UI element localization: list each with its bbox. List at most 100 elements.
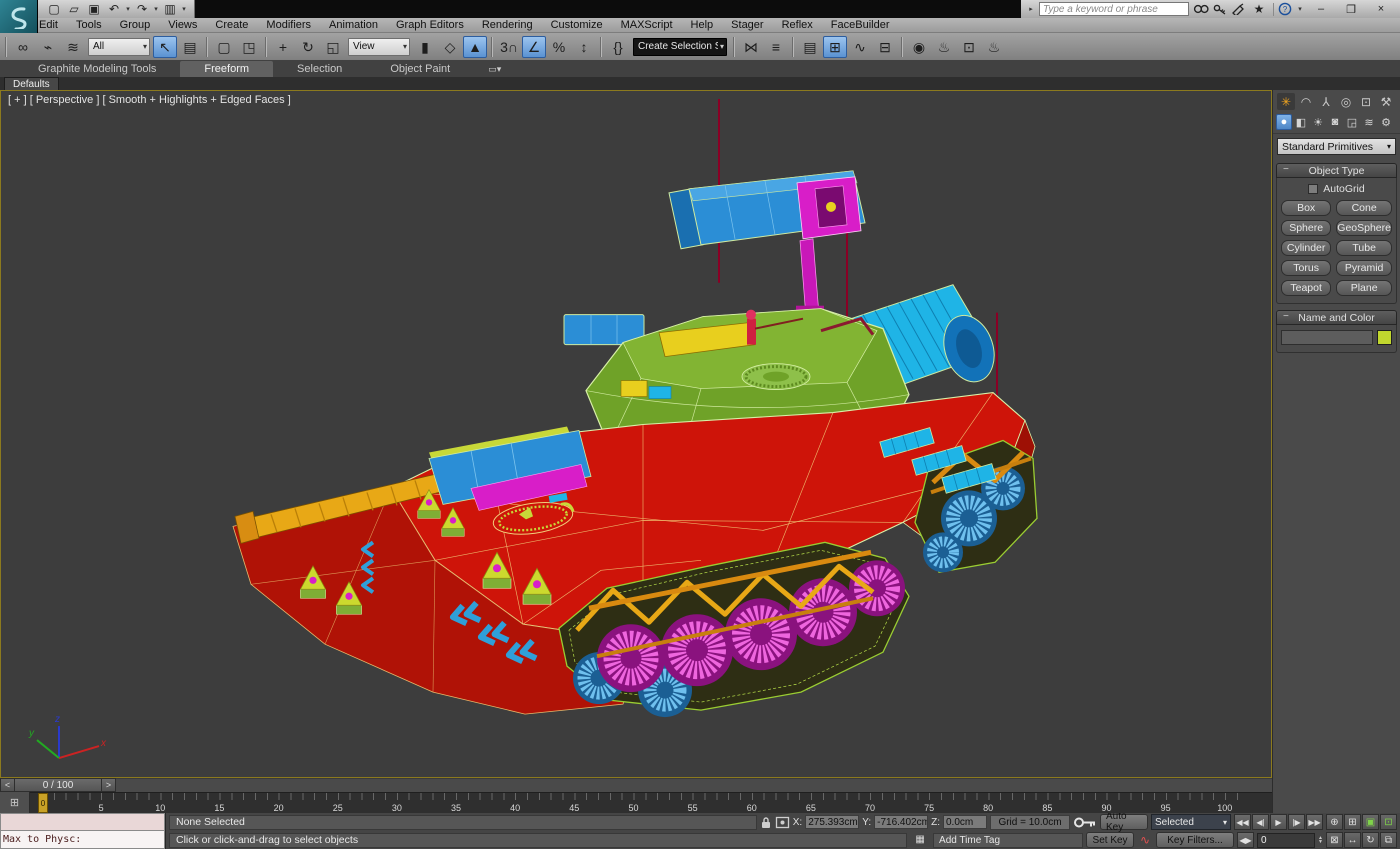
new-file-icon[interactable]: ▢ (44, 1, 64, 17)
menu-group[interactable]: Group (111, 19, 160, 31)
menu-reflex[interactable]: Reflex (773, 19, 822, 31)
pan-icon[interactable]: ↔ (1344, 832, 1361, 848)
save-file-icon[interactable]: ▣ (84, 1, 104, 17)
bind-to-space-warp-icon[interactable]: ≋ (61, 36, 85, 58)
unlink-selection-icon[interactable]: ⌁ (36, 36, 60, 58)
time-slider-handle[interactable]: 0 (38, 793, 48, 813)
key-filters-button[interactable]: Key Filters... (1156, 832, 1234, 848)
select-and-scale-icon[interactable]: ◱ (321, 36, 345, 58)
menu-views[interactable]: Views (159, 19, 206, 31)
rendered-frame-window-icon[interactable]: ⊡ (957, 36, 981, 58)
object-type-button-box[interactable]: Box (1281, 200, 1331, 216)
tab-defaults[interactable]: Defaults (4, 77, 59, 90)
layer-manager-icon[interactable]: ▤ (798, 36, 822, 58)
go-to-end-icon[interactable]: ▶▶ (1306, 814, 1323, 830)
named-selection-sets-dropdown[interactable]: Create Selection Se▾ (633, 38, 727, 56)
communication-center-icon[interactable] (1231, 3, 1245, 15)
menu-modifiers[interactable]: Modifiers (257, 19, 320, 31)
orbit-icon[interactable]: ↻ (1362, 832, 1379, 848)
render-production-icon[interactable]: ♨ (982, 36, 1006, 58)
perspective-viewport[interactable]: [ + ] [ Perspective ] [ Smooth + Highlig… (0, 90, 1272, 778)
play-icon[interactable]: ▶ (1270, 814, 1287, 830)
zoom-all-icon[interactable]: ⊞ (1344, 814, 1361, 830)
time-tag-icon[interactable]: ▦ (910, 832, 930, 848)
utilities-tab-icon[interactable]: ⚒ (1377, 93, 1395, 110)
next-frame-button[interactable]: > (101, 778, 116, 792)
object-type-button-cylinder[interactable]: Cylinder (1281, 240, 1331, 256)
go-to-start-icon[interactable]: ◀◀ (1234, 814, 1251, 830)
select-object-icon[interactable]: ↖ (153, 36, 177, 58)
menu-rendering[interactable]: Rendering (473, 19, 542, 31)
zoom-region-icon[interactable]: ⊠ (1326, 832, 1343, 848)
help-icon[interactable]: ? (1278, 2, 1292, 16)
reference-coordinate-system-dropdown[interactable]: View▾ (348, 38, 410, 56)
add-time-tag-field[interactable]: Add Time Tag (933, 833, 1083, 848)
absolute-mode-transform-icon[interactable] (775, 816, 790, 829)
cameras-icon[interactable]: ◙ (1327, 114, 1343, 130)
object-type-button-pyramid[interactable]: Pyramid (1336, 260, 1392, 276)
schematic-view-icon[interactable]: ⊟ (873, 36, 897, 58)
set-key-button[interactable]: Set Key (1086, 832, 1134, 848)
z-coordinate-field[interactable]: 0.0cm (943, 815, 987, 829)
motion-tab-icon[interactable]: ◎ (1337, 93, 1355, 110)
favorites-star-icon[interactable]: ★ (1249, 1, 1269, 17)
select-and-manipulate-icon[interactable]: ◇ (438, 36, 462, 58)
zoom-icon[interactable]: ⊕ (1326, 814, 1343, 830)
timeline-ruler[interactable]: 0 51015202530354045505560657075808590951… (30, 792, 1272, 813)
object-type-button-torus[interactable]: Torus (1281, 260, 1331, 276)
selection-filter-dropdown[interactable]: All▾ (88, 38, 150, 56)
menu-maxscript[interactable]: MAXScript (612, 19, 682, 31)
macro-recorder-field[interactable] (0, 813, 165, 831)
restore-button[interactable]: ❐ (1338, 2, 1364, 17)
ribbon-tab-graphite-modeling-tools[interactable]: Graphite Modeling Tools (14, 61, 180, 77)
new-key-default-in-out-tangents-icon[interactable]: ∿ (1137, 833, 1153, 847)
space-warps-icon[interactable]: ≋ (1361, 114, 1377, 130)
select-and-link-icon[interactable]: ∞ (11, 36, 35, 58)
ribbon-tab-object-paint[interactable]: Object Paint (366, 61, 474, 77)
redo-dropdown-icon[interactable]: ▾ (152, 1, 160, 17)
mini-curve-editor-icon[interactable]: ⊞ (0, 792, 30, 813)
menu-animation[interactable]: Animation (320, 19, 387, 31)
frame-spinner[interactable]: ▲▼ (1318, 836, 1323, 844)
object-type-button-geosphere[interactable]: GeoSphere (1336, 220, 1392, 236)
helpers-icon[interactable]: ◲ (1344, 114, 1360, 130)
current-frame-field[interactable]: 0 (1257, 833, 1315, 848)
previous-frame-icon[interactable]: ◀| (1252, 814, 1269, 830)
menu-create[interactable]: Create (206, 19, 257, 31)
zoom-extents-icon[interactable]: ▣ (1362, 814, 1379, 830)
scene-explorer-icon[interactable]: ⊞ (823, 36, 847, 58)
hierarchy-tab-icon[interactable]: ⅄ (1317, 93, 1335, 110)
angle-snap-icon[interactable]: ∠ (522, 36, 546, 58)
window-crossing-icon[interactable]: ◳ (237, 36, 261, 58)
maxscript-mini-listener[interactable]: Max to Physc: (0, 831, 165, 849)
autogrid-checkbox[interactable] (1308, 184, 1318, 194)
next-frame-icon[interactable]: |▶ (1288, 814, 1305, 830)
modify-tab-icon[interactable]: ◠ (1297, 93, 1315, 110)
curve-editor-icon[interactable]: ∿ (848, 36, 872, 58)
menu-stager[interactable]: Stager (722, 19, 772, 31)
viewport-label[interactable]: [ + ] [ Perspective ] [ Smooth + Highlig… (8, 94, 291, 106)
ribbon-minimize-icon[interactable]: ▭▾ (488, 64, 501, 77)
selection-lock-icon[interactable] (760, 816, 772, 829)
search-input[interactable] (1039, 2, 1189, 16)
redo-icon[interactable]: ↷ (132, 1, 152, 17)
object-name-field[interactable] (1281, 330, 1373, 345)
object-type-button-cone[interactable]: Cone (1336, 200, 1392, 216)
y-coordinate-field[interactable]: -716.402cm (874, 815, 928, 829)
search-history-arrow-icon[interactable]: ▸ (1027, 1, 1035, 17)
shapes-icon[interactable]: ◧ (1293, 114, 1309, 130)
align-icon[interactable]: ≡ (764, 36, 788, 58)
close-button[interactable]: × (1368, 2, 1394, 17)
menu-customize[interactable]: Customize (542, 19, 612, 31)
object-type-rollout-header[interactable]: − Object Type (1276, 163, 1397, 178)
object-type-button-tube[interactable]: Tube (1336, 240, 1392, 256)
zoom-extents-all-icon[interactable]: ⊡ (1380, 814, 1397, 830)
auto-key-button[interactable]: Auto Key (1100, 814, 1148, 830)
edit-named-selection-sets-icon[interactable]: {} (606, 36, 630, 58)
mirror-icon[interactable]: ⋈ (739, 36, 763, 58)
create-tab-icon[interactable]: ✳ (1277, 93, 1295, 110)
project-folder-icon[interactable]: ▥ (160, 1, 180, 17)
undo-dropdown-icon[interactable]: ▾ (124, 1, 132, 17)
time-slider-value[interactable]: 0 / 100 (15, 778, 101, 792)
key-mode-dropdown[interactable]: Selected ▾ (1151, 814, 1231, 830)
